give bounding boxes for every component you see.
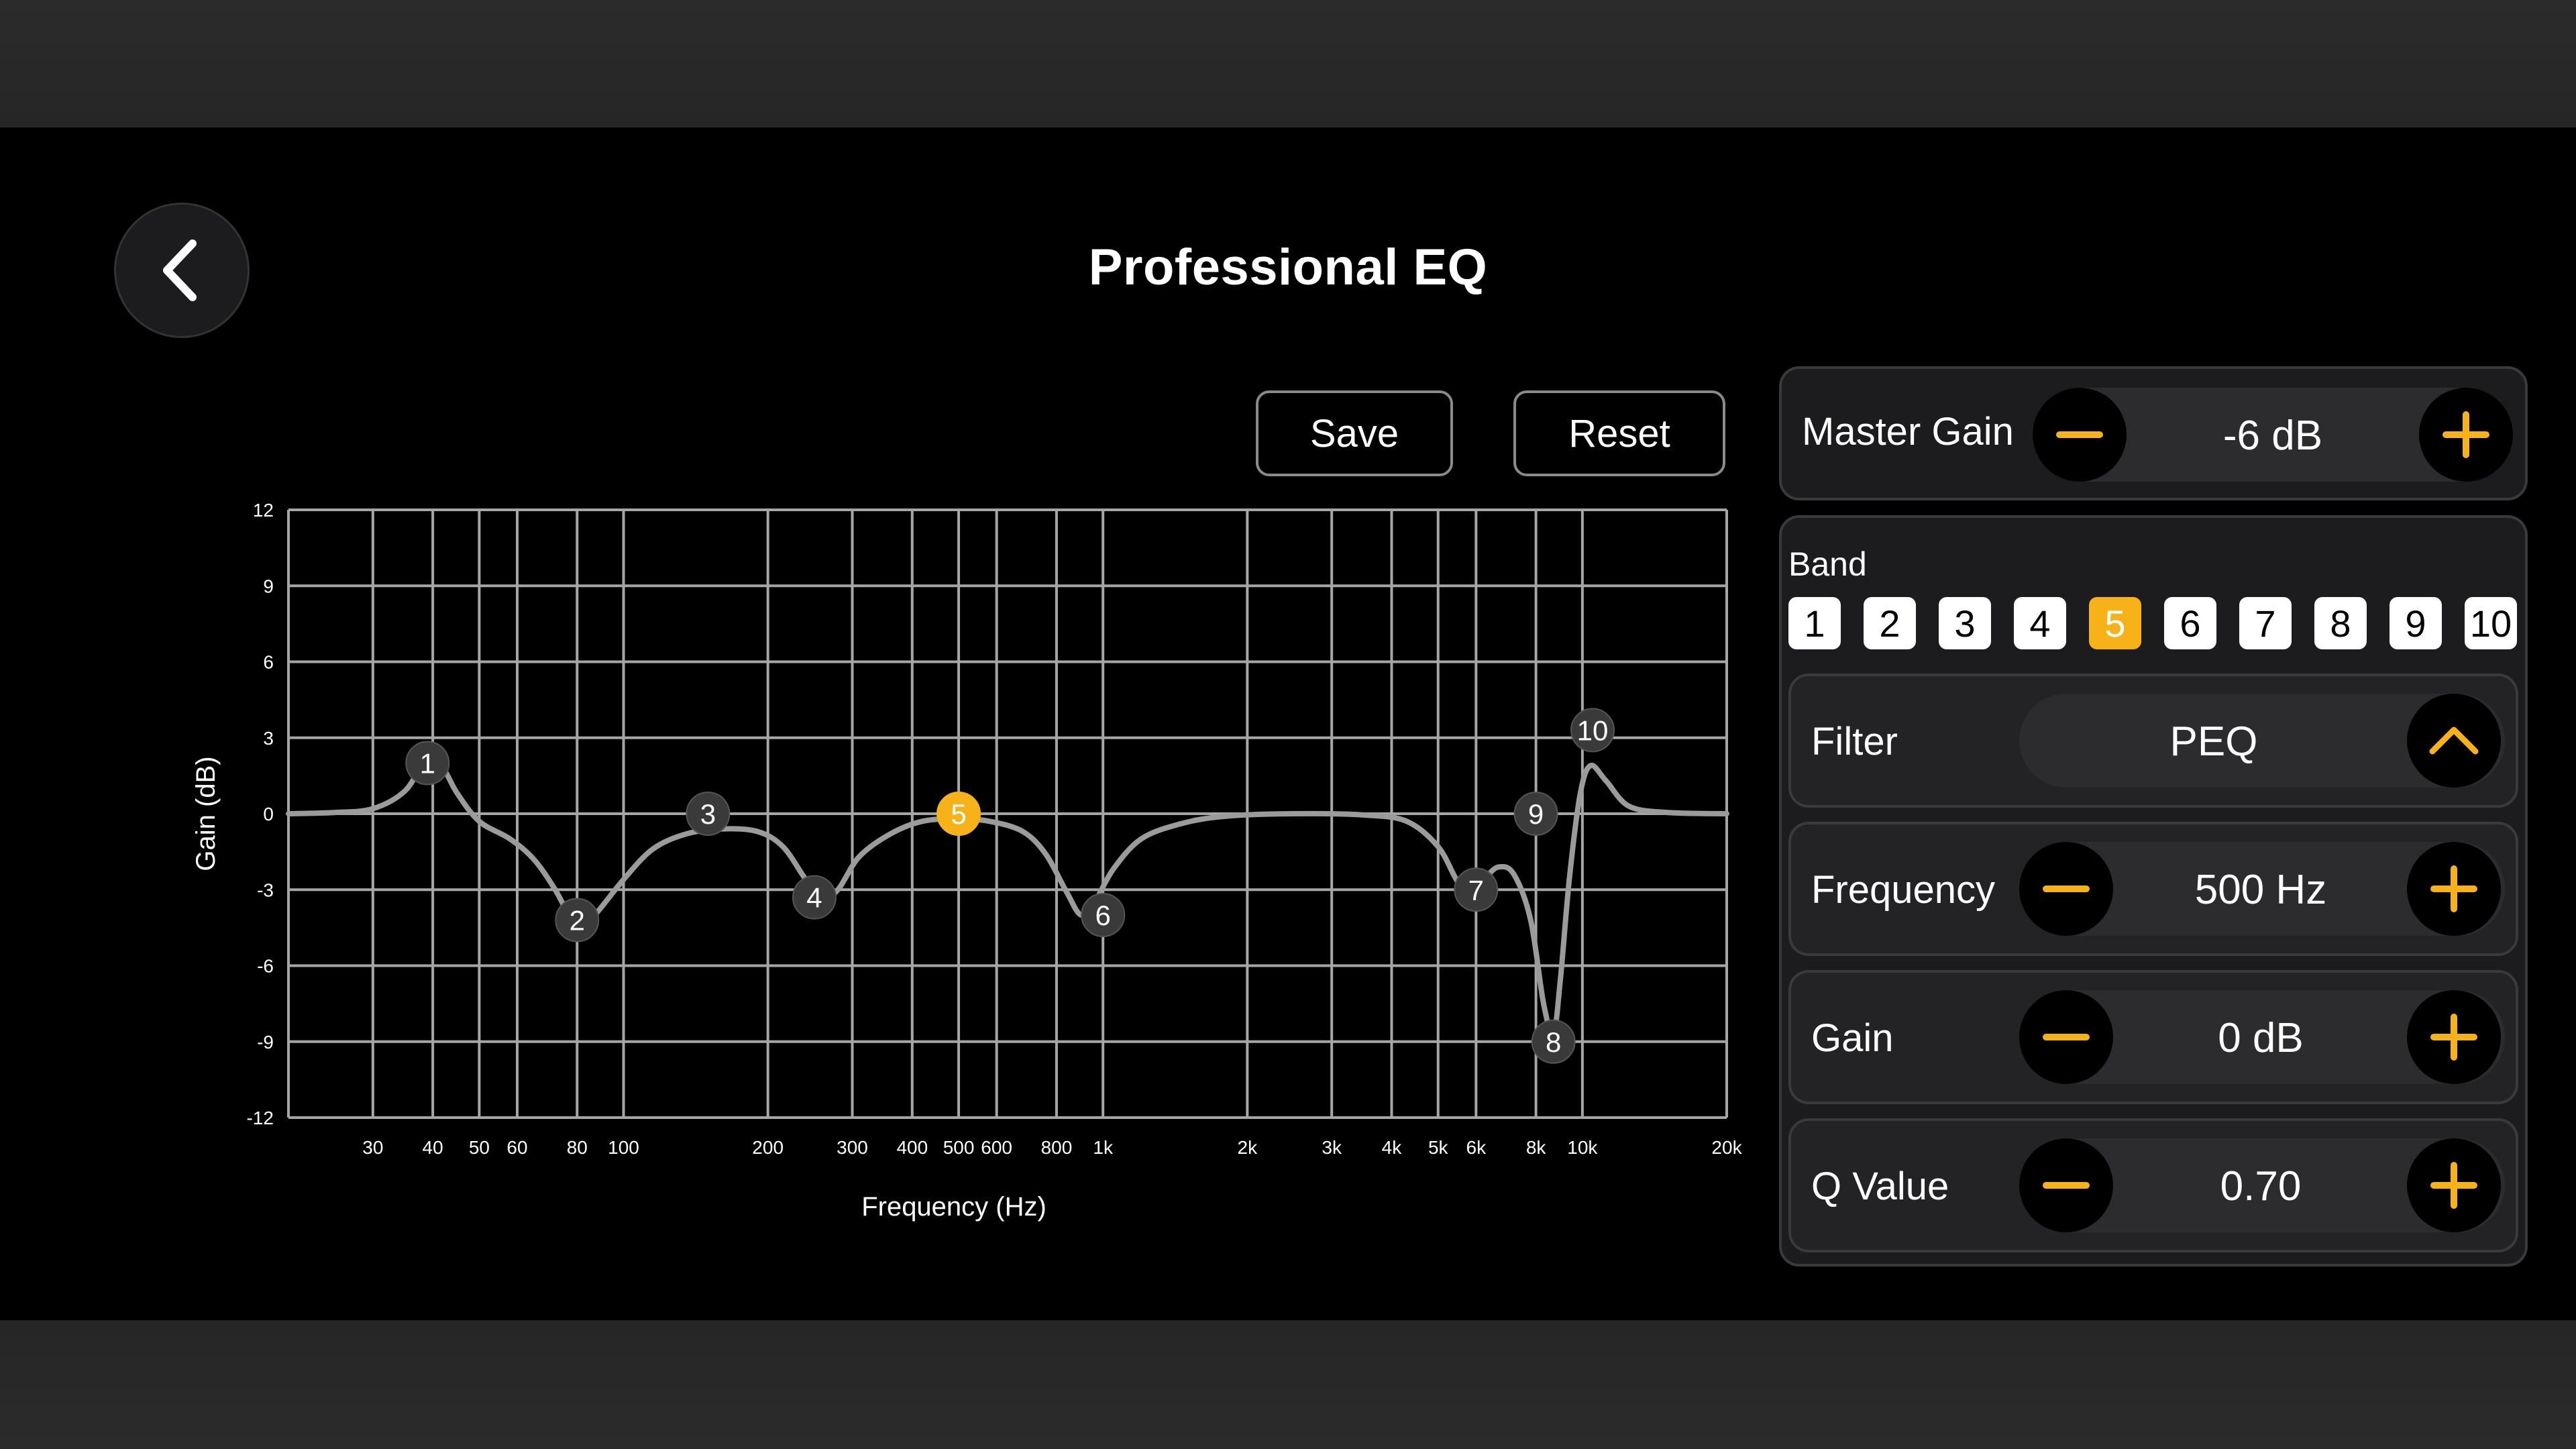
band-node-label: 6 (1095, 900, 1111, 931)
master-gain-panel: Master Gain -6 dB (1779, 366, 2528, 500)
x-tick-label: 80 (567, 1137, 588, 1158)
x-tick-label: 600 (981, 1137, 1012, 1158)
y-tick-label: -3 (257, 879, 274, 900)
y-tick-label: 0 (263, 804, 274, 824)
x-tick-label: 300 (837, 1137, 868, 1158)
plus-icon (2430, 1014, 2477, 1061)
band-chip-1[interactable]: 1 (1788, 597, 1841, 649)
x-tick-label: 40 (423, 1137, 443, 1158)
band-chip-2[interactable]: 2 (1864, 597, 1916, 649)
x-tick-label: 30 (362, 1137, 383, 1158)
band-settings-panel: Band 1 2 3 4 5 6 7 8 9 10 Filter PEQ Fre… (1779, 515, 2528, 1267)
frequency-row: Frequency 500 Hz (1788, 822, 2518, 956)
minus-icon (2056, 431, 2103, 438)
band-node-label: 4 (806, 882, 822, 914)
y-tick-label: 3 (263, 728, 274, 749)
minus-icon (2043, 1182, 2090, 1189)
q-value-label: Q Value (1811, 1165, 1949, 1208)
x-tick-label: 20k (1711, 1137, 1742, 1158)
band-chip-9[interactable]: 9 (2390, 597, 2442, 649)
band-chip-5[interactable]: 5 (2089, 597, 2141, 649)
band-label: Band (1788, 545, 1867, 583)
gain-value: 0 dB (2218, 1015, 2304, 1061)
x-tick-label: 6k (1466, 1137, 1487, 1158)
x-tick-label: 50 (469, 1137, 490, 1158)
reset-button[interactable]: Reset (1513, 390, 1725, 476)
y-tick-label: 9 (263, 576, 274, 596)
x-tick-label: 800 (1041, 1137, 1073, 1158)
band-chip-8[interactable]: 8 (2314, 597, 2367, 649)
y-axis-title: Gain (dB) (191, 756, 221, 871)
q-value-plus-button[interactable] (2407, 1138, 2501, 1232)
band-chip-10[interactable]: 10 (2465, 597, 2517, 649)
x-tick-label: 10k (1567, 1137, 1598, 1158)
band-node-label: 10 (1577, 714, 1609, 746)
q-value-minus-button[interactable] (2019, 1138, 2113, 1232)
filter-label: Filter (1811, 720, 1898, 763)
y-tick-label: 12 (253, 500, 274, 521)
band-node-label: 1 (420, 748, 435, 780)
band-chip-6[interactable]: 6 (2164, 597, 2216, 649)
x-tick-label: 2k (1238, 1137, 1258, 1158)
filter-toggle-button[interactable] (2407, 694, 2501, 788)
x-tick-label: 100 (608, 1137, 639, 1158)
x-tick-label: 5k (1428, 1137, 1449, 1158)
x-tick-label: 3k (1322, 1137, 1342, 1158)
x-axis-title: Frequency (Hz) (861, 1192, 1046, 1222)
y-tick-label: -6 (257, 956, 274, 977)
filter-row: Filter PEQ (1788, 674, 2518, 808)
band-chip-4[interactable]: 4 (2014, 597, 2066, 649)
minus-icon (2043, 885, 2090, 892)
band-chip-3[interactable]: 3 (1939, 597, 1991, 649)
band-node-label: 5 (951, 798, 966, 830)
x-tick-label: 8k (1526, 1137, 1547, 1158)
band-node-label: 7 (1468, 874, 1484, 906)
x-tick-label: 500 (943, 1137, 975, 1158)
plus-icon (2430, 865, 2477, 912)
top-status-bar (0, 0, 2576, 127)
master-gain-value: -6 dB (2222, 413, 2323, 459)
x-tick-label: 200 (752, 1137, 784, 1158)
gain-plus-button[interactable] (2407, 990, 2501, 1084)
filter-value: PEQ (2169, 718, 2258, 765)
save-button[interactable]: Save (1256, 390, 1453, 476)
eq-response-curve (286, 754, 1729, 1038)
x-tick-label: 1k (1093, 1137, 1114, 1158)
minus-icon (2043, 1034, 2090, 1040)
x-tick-label: 400 (896, 1137, 928, 1158)
band-chip-7[interactable]: 7 (2239, 597, 2292, 649)
gain-row: Gain 0 dB (1788, 970, 2518, 1104)
eq-graph[interactable]: 129630-3-6-9-1230 40 50 60 80 100 200 300 400 500… (181, 490, 1751, 1248)
master-gain-plus-button[interactable] (2419, 388, 2513, 482)
gain-label: Gain (1811, 1016, 1894, 1060)
chevron-up-icon (2429, 727, 2479, 755)
page-title: Professional EQ (1088, 239, 1488, 296)
y-tick-label: -12 (247, 1108, 274, 1128)
q-value-value: 0.70 (2220, 1163, 2302, 1210)
plus-icon (2430, 1162, 2477, 1209)
bottom-bar (0, 1320, 2576, 1449)
x-tick-label: 60 (506, 1137, 527, 1158)
frequency-plus-button[interactable] (2407, 842, 2501, 936)
band-node-label: 8 (1546, 1026, 1561, 1058)
band-node-label: 3 (700, 798, 716, 830)
y-tick-label: -9 (257, 1032, 274, 1053)
q-value-row: Q Value 0.70 (1788, 1118, 2518, 1252)
band-node-label: 2 (570, 905, 585, 936)
master-gain-minus-button[interactable] (2033, 388, 2127, 482)
x-tick-label: 4k (1382, 1137, 1403, 1158)
band-node-label: 9 (1528, 798, 1544, 830)
frequency-value: 500 Hz (2194, 867, 2327, 913)
frequency-label: Frequency (1811, 868, 1996, 912)
frequency-minus-button[interactable] (2019, 842, 2113, 936)
plus-icon (2443, 411, 2489, 458)
gain-minus-button[interactable] (2019, 990, 2113, 1084)
master-gain-label: Master Gain (1802, 410, 2014, 453)
y-tick-label: 6 (263, 652, 274, 673)
